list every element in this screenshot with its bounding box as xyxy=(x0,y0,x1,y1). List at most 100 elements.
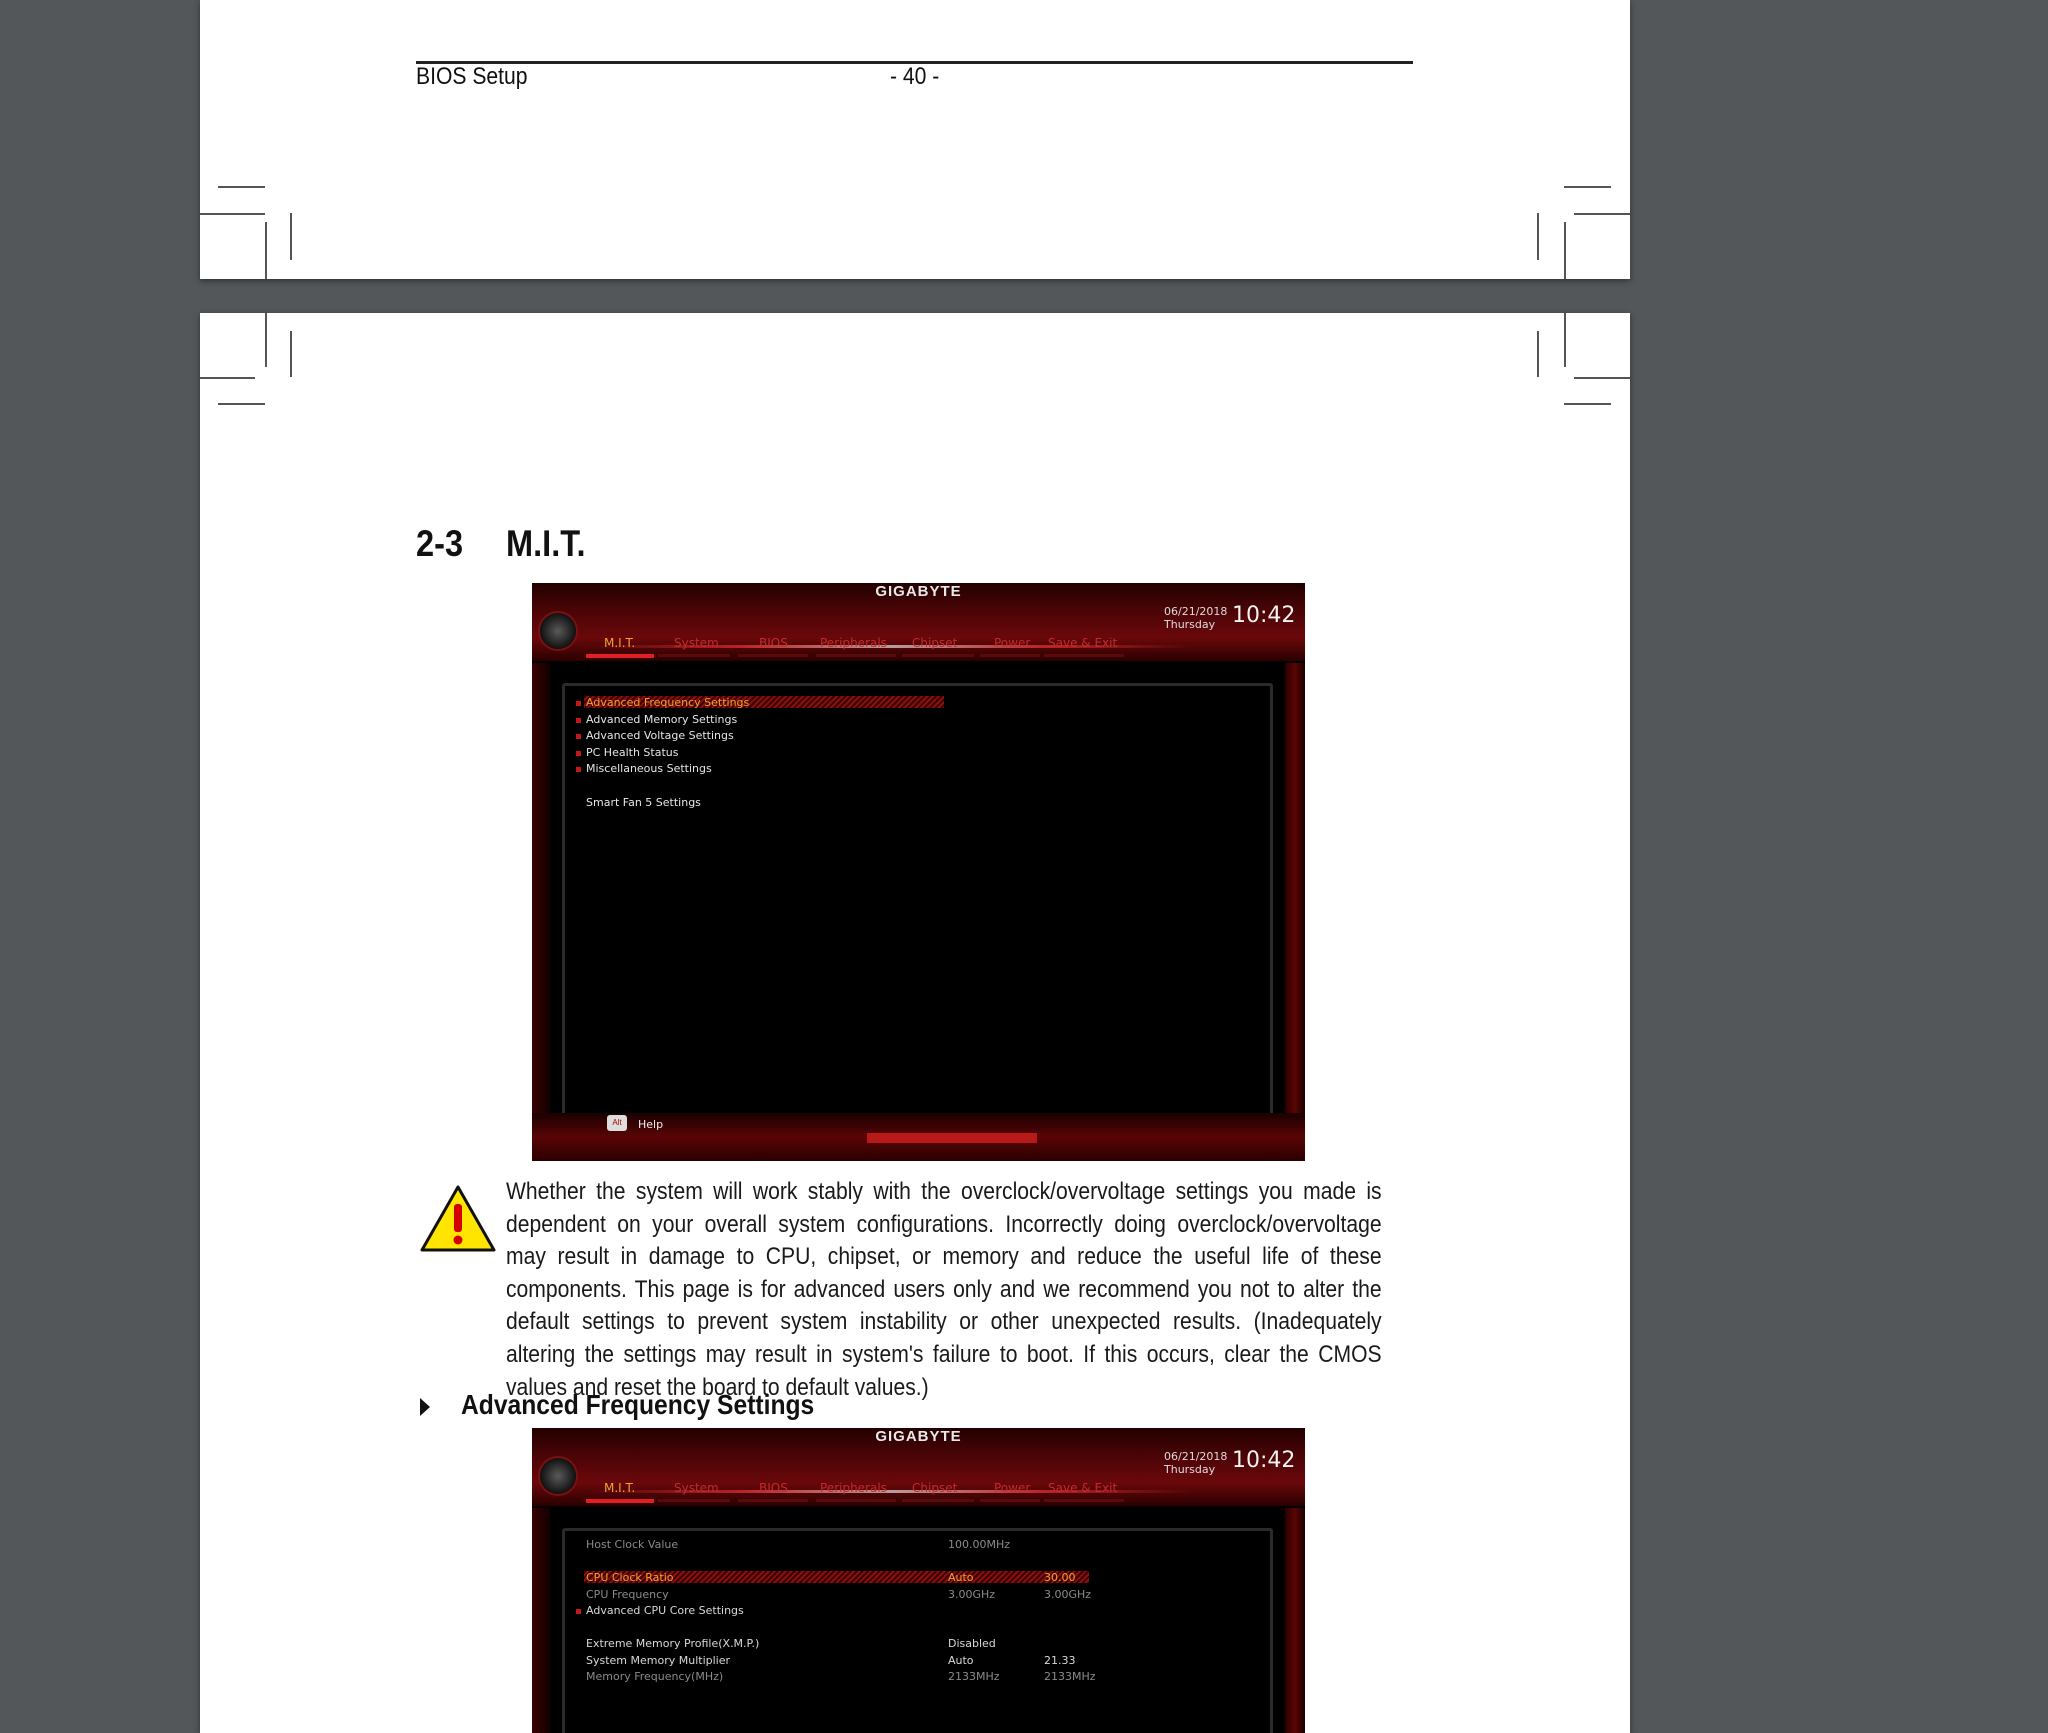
bios-brand-logo: GIGABYTE xyxy=(875,583,962,600)
crop-mark xyxy=(1564,222,1566,279)
setting-cpu-clock-ratio-current: 30.00 xyxy=(1044,1571,1076,1584)
tab-power[interactable]: Power xyxy=(994,1481,1030,1495)
crop-mark xyxy=(1537,213,1539,260)
menu-advanced-voltage[interactable]: Advanced Voltage Settings xyxy=(586,729,734,742)
tab-divider xyxy=(738,1499,808,1502)
setting-cpu-frequency-current: 3.00GHz xyxy=(1044,1588,1092,1601)
section-number: 2-3 xyxy=(416,523,464,564)
crop-mark xyxy=(290,213,292,260)
bios-date: 06/21/2018 Thursday xyxy=(1164,605,1227,631)
header-page-number: - 40 - xyxy=(890,63,940,90)
crop-mark xyxy=(265,222,267,279)
section-title: M.I.T. xyxy=(506,523,586,564)
tab-divider xyxy=(658,1499,730,1502)
bios-date: 06/21/2018 Thursday xyxy=(1164,1450,1227,1476)
tab-chipset[interactable]: Chipset xyxy=(912,1481,957,1495)
bios-screenshot-mit-menu: GIGABYTE M.I.T. System BIOS Peripherals … xyxy=(532,583,1305,1161)
tab-bios[interactable]: BIOS xyxy=(759,636,788,650)
submenu-bullet xyxy=(576,701,581,706)
bios-bottom-tab xyxy=(867,1133,1037,1143)
tab-divider xyxy=(1044,654,1124,657)
crop-mark xyxy=(1564,313,1566,367)
crop-mark xyxy=(218,186,265,188)
tab-divider xyxy=(658,654,730,657)
bios-screenshot-frequency-settings: GIGABYTE M.I.T. System BIOS Peripherals … xyxy=(532,1428,1305,1733)
help-label[interactable]: Help xyxy=(638,1118,663,1131)
setting-memory-multiplier-current: 21.33 xyxy=(1044,1654,1076,1667)
bios-date-value: 06/21/2018 xyxy=(1164,1450,1228,1463)
setting-memory-frequency: Memory Frequency(MHz) xyxy=(586,1670,724,1683)
submenu-bullet xyxy=(576,718,581,723)
menu-smart-fan[interactable]: Smart Fan 5 Settings xyxy=(586,796,701,809)
setting-host-clock-value: 100.00MHz xyxy=(948,1538,1011,1551)
tab-divider xyxy=(816,654,896,657)
tab-mit[interactable]: M.I.T. xyxy=(604,636,635,650)
setting-advanced-cpu-core[interactable]: Advanced CPU Core Settings xyxy=(586,1604,744,1617)
crop-mark xyxy=(1537,331,1539,377)
setting-cpu-frequency-value: 3.00GHz xyxy=(948,1588,996,1601)
active-tab-indicator xyxy=(586,654,654,658)
setting-memory-multiplier-value[interactable]: Auto xyxy=(948,1654,974,1667)
menu-miscellaneous[interactable]: Miscellaneous Settings xyxy=(586,762,712,775)
tab-peripherals[interactable]: Peripherals xyxy=(820,1481,887,1495)
warning-icon xyxy=(420,1185,496,1252)
tab-mit[interactable]: M.I.T. xyxy=(604,1481,635,1495)
triangle-bullet-icon xyxy=(420,1398,430,1416)
bios-side-panel xyxy=(532,1508,550,1733)
active-tab-indicator xyxy=(586,1499,654,1503)
bios-content-frame xyxy=(562,1528,1273,1733)
bios-side-panel xyxy=(1285,663,1305,1161)
tab-peripherals[interactable]: Peripherals xyxy=(820,636,887,650)
menu-pc-health[interactable]: PC Health Status xyxy=(586,746,678,759)
submenu-bullet xyxy=(576,1609,581,1614)
tab-save-exit[interactable]: Save & Exit xyxy=(1048,1481,1117,1495)
tab-divider xyxy=(902,654,974,657)
tab-bios[interactable]: BIOS xyxy=(759,1481,788,1495)
crop-mark xyxy=(1564,186,1611,188)
setting-xmp-value[interactable]: Disabled xyxy=(948,1637,996,1650)
bios-day-value: Thursday xyxy=(1164,618,1216,631)
setting-cpu-clock-ratio[interactable]: CPU Clock Ratio xyxy=(586,1571,673,1584)
crop-mark xyxy=(1574,213,1630,215)
setting-cpu-frequency: CPU Frequency xyxy=(586,1588,669,1601)
bios-date-value: 06/21/2018 xyxy=(1164,605,1228,618)
setting-memory-frequency-value: 2133MHz xyxy=(948,1670,1000,1683)
tab-divider xyxy=(738,654,808,657)
gear-icon xyxy=(538,1456,578,1496)
menu-advanced-frequency[interactable]: Advanced Frequency Settings xyxy=(586,696,749,709)
setting-memory-multiplier[interactable]: System Memory Multiplier xyxy=(586,1654,730,1667)
subsection-title: Advanced Frequency Settings xyxy=(461,1389,815,1420)
previous-page: BIOS Setup - 40 - xyxy=(200,0,1630,279)
tab-divider xyxy=(980,654,1040,657)
tab-divider xyxy=(980,1499,1040,1502)
tab-system[interactable]: System xyxy=(674,636,719,650)
submenu-bullet xyxy=(576,751,581,756)
tab-system[interactable]: System xyxy=(674,1481,719,1495)
crop-mark xyxy=(200,377,255,379)
tab-divider xyxy=(1044,1499,1124,1502)
gear-icon xyxy=(538,611,578,651)
tab-save-exit[interactable]: Save & Exit xyxy=(1048,636,1117,650)
submenu-bullet xyxy=(576,734,581,739)
bios-side-panel xyxy=(532,663,550,1161)
tab-chipset[interactable]: Chipset xyxy=(912,636,957,650)
submenu-bullet xyxy=(576,767,581,772)
bios-clock: 10:42 xyxy=(1232,1448,1296,1473)
crop-mark xyxy=(1574,377,1630,379)
crop-mark xyxy=(218,403,265,405)
menu-advanced-memory[interactable]: Advanced Memory Settings xyxy=(586,713,737,726)
setting-cpu-clock-ratio-value[interactable]: Auto xyxy=(948,1571,974,1584)
crop-mark xyxy=(1564,403,1611,405)
crop-mark xyxy=(290,331,292,377)
current-page: 2-3 M.I.T. GIGABYTE M.I.T. System BIOS P… xyxy=(200,313,1630,1733)
bios-clock: 10:42 xyxy=(1232,603,1296,628)
crop-mark xyxy=(265,313,267,367)
tab-divider xyxy=(816,1499,896,1502)
setting-host-clock: Host Clock Value xyxy=(586,1538,679,1551)
bios-side-panel xyxy=(1285,1508,1305,1733)
setting-xmp[interactable]: Extreme Memory Profile(X.M.P.) xyxy=(586,1637,759,1650)
alt-key-icon: Alt xyxy=(607,1115,627,1131)
crop-mark xyxy=(200,213,265,215)
bios-day-value: Thursday xyxy=(1164,1463,1216,1476)
tab-power[interactable]: Power xyxy=(994,636,1030,650)
